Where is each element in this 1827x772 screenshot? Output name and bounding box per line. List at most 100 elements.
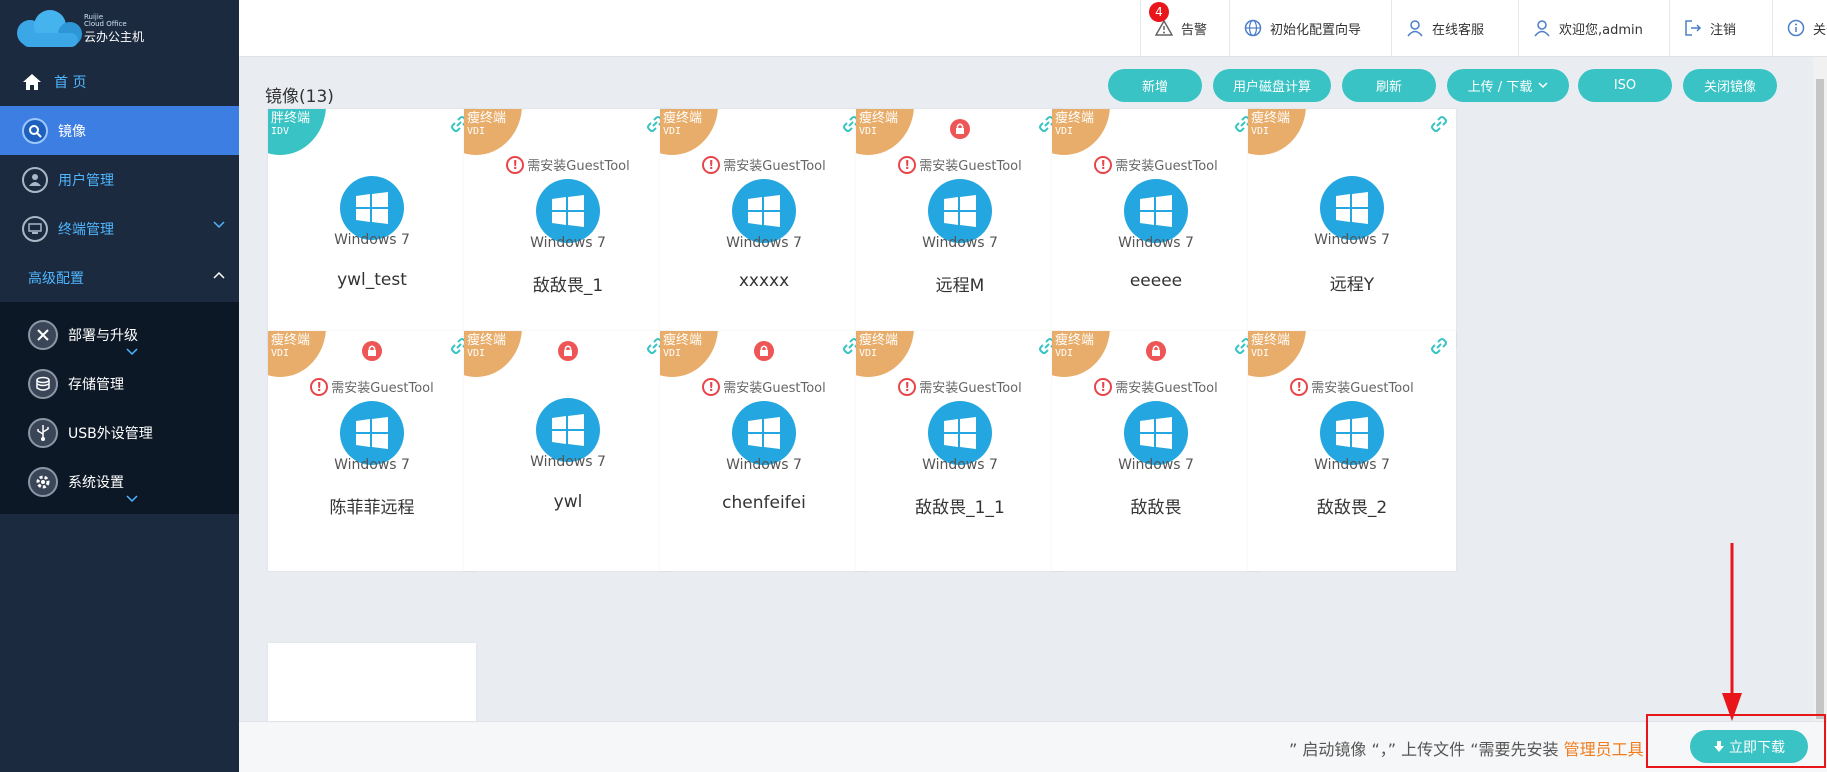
image-name: 敌敌畏_1 — [532, 276, 604, 296]
warning-icon: ! — [702, 377, 721, 396]
logout-button[interactable]: 注销 — [1669, 0, 1772, 56]
image-card[interactable]: 瘦终端 VDI! 需安装GuestTool Windows 7 chenfeifei — [660, 331, 868, 571]
terminal-type-label: 瘦终端 — [859, 111, 899, 126]
nav-home-label: 首 页 — [54, 74, 87, 91]
close-image-button[interactable]: 关闭镜像 — [1683, 69, 1777, 102]
terminal-type-label: 瘦终端 — [467, 111, 507, 126]
image-card[interactable]: 瘦终端 VDI Windows 7 远程Y — [1248, 109, 1456, 349]
warning-icon: ! — [1094, 155, 1113, 174]
guesttool-warning-text: 需安装GuestTool — [527, 159, 630, 174]
nav-advanced[interactable]: 高级配置 — [0, 253, 239, 302]
link-icon[interactable] — [1430, 337, 1448, 355]
about-button[interactable]: 关于 — [1772, 0, 1827, 56]
nav-users[interactable]: 用户管理 — [0, 155, 239, 204]
os-name: Windows 7 — [334, 457, 410, 473]
refresh-button[interactable]: 刷新 — [1342, 69, 1436, 102]
lock-icon — [950, 119, 970, 139]
welcome-label: 欢迎您,admin — [1559, 22, 1643, 38]
image-card[interactable]: 瘦终端 VDI! 需安装GuestTool Windows 7 敌敌畏_1 — [464, 109, 672, 349]
scrollbar[interactable] — [1813, 57, 1827, 721]
windows-icon — [536, 398, 600, 462]
info-icon — [1787, 19, 1805, 37]
image-name: ywl — [553, 492, 583, 512]
cloud-logo-icon — [17, 9, 82, 47]
image-card[interactable]: 瘦终端 VDI! 需安装GuestTool Windows 7 xxxxx — [660, 109, 868, 349]
nav-image[interactable]: 镜像 — [0, 106, 239, 155]
windows-icon — [928, 179, 992, 243]
terminal-type-label: 胖终端 — [271, 111, 311, 126]
nav-usb[interactable]: USB外设管理 — [0, 408, 239, 457]
upload-download-label: 上传 / 下载 — [1467, 80, 1533, 95]
guesttool-warning-text: 需安装GuestTool — [1115, 381, 1218, 396]
gear-icon — [28, 466, 58, 497]
chevron-down-icon — [126, 348, 138, 356]
terminal-type-label: 瘦终端 — [1055, 111, 1095, 126]
nav-system[interactable]: 系统设置 — [0, 457, 239, 506]
wizard-button[interactable]: 初始化配置向导 — [1229, 0, 1391, 56]
terminal-type-ribbon: 瘦终端 VDI — [660, 331, 718, 377]
terminal-type-label: 瘦终端 — [271, 333, 311, 348]
warning-icon — [1155, 20, 1173, 36]
service-label: 在线客服 — [1432, 22, 1485, 38]
globe-icon — [1244, 19, 1262, 37]
image-card[interactable]: 瘦终端 VDI! 需安装GuestTool Windows 7 陈菲菲远程 — [268, 331, 476, 571]
guesttool-warning: ! 需安装GuestTool — [464, 155, 672, 174]
image-card[interactable]: 瘦终端 VDI! 需安装GuestTool Windows 7 eeeee — [1052, 109, 1260, 349]
image-card[interactable]: 瘦终端 VDI! 需安装GuestTool Windows 7 敌敌畏_2 — [1248, 331, 1456, 571]
terminal-protocol-label: VDI — [1055, 126, 1074, 137]
image-card[interactable]: 瘦终端 VDI! 需安装GuestTool Windows 7 敌敌畏_1_1 — [856, 331, 1064, 571]
admin-tool-link[interactable]: 管理员工具 — [1564, 740, 1644, 759]
terminal-type-label: 瘦终端 — [663, 333, 703, 348]
guesttool-warning-text: 需安装GuestTool — [723, 159, 826, 174]
os-name: Windows 7 — [726, 235, 802, 251]
windows-icon — [1320, 401, 1384, 465]
guesttool-warning: ! 需安装GuestTool — [1052, 155, 1260, 174]
alert-label: 告警 — [1181, 22, 1208, 38]
terminal-protocol-label: VDI — [859, 126, 878, 137]
nav-deploy-label: 部署与升级 — [68, 327, 138, 344]
os-name: Windows 7 — [334, 232, 410, 248]
terminal-protocol-label: VDI — [859, 348, 878, 359]
image-card[interactable]: 瘦终端 VDI! 需安装GuestTool Windows 7 敌敌畏 — [1052, 331, 1260, 571]
terminal-protocol-label: VDI — [1055, 348, 1074, 359]
bottom-notice-bar: ” 启动镜像 “，” 上传文件 “需要先安装 管理员工具 立即下载 — [239, 721, 1827, 772]
terminal-type-ribbon: 瘦终端 VDI — [464, 109, 522, 155]
terminal-type-label: 瘦终端 — [1055, 333, 1095, 348]
tools-icon — [28, 319, 58, 350]
logo-text-cn: 云办公主机 — [84, 30, 145, 44]
image-card[interactable]: 瘦终端 VDI Windows 7 ywl — [464, 331, 672, 571]
alert-button[interactable]: 4 告警 — [1140, 0, 1229, 56]
nav-terminal-label: 终端管理 — [58, 221, 114, 238]
lock-icon — [1146, 341, 1166, 361]
nav-terminal[interactable]: 终端管理 — [0, 204, 239, 253]
lock-icon — [362, 341, 382, 361]
nav-deploy[interactable]: 部署与升级 — [0, 310, 239, 359]
database-icon — [28, 368, 58, 399]
user-icon — [22, 166, 48, 193]
disk-calc-button[interactable]: 用户磁盘计算 — [1213, 69, 1331, 102]
nav-home[interactable]: 首 页 — [0, 57, 239, 106]
guesttool-warning-text: 需安装GuestTool — [919, 381, 1022, 396]
scrollbar-thumb[interactable] — [1816, 79, 1824, 719]
sidebar: Ruijie Cloud Office 云办公主机 首 页 镜像 用户管理 终端… — [0, 0, 239, 772]
guesttool-warning-text: 需安装GuestTool — [1115, 159, 1218, 174]
bottom-notice-text: ” 启动镜像 “，” 上传文件 “需要先安装 — [1289, 740, 1559, 759]
os-name: Windows 7 — [922, 235, 998, 251]
warning-icon: ! — [506, 155, 525, 174]
nav-storage[interactable]: 存储管理 — [0, 359, 239, 408]
iso-button[interactable]: ISO — [1578, 69, 1672, 102]
upload-download-button[interactable]: 上传 / 下载 — [1447, 69, 1569, 102]
image-card[interactable]: 胖终端 IDV Windows 7 ywl_test — [268, 109, 476, 349]
service-button[interactable]: 在线客服 — [1391, 0, 1518, 56]
link-icon[interactable] — [1430, 115, 1448, 133]
wizard-label: 初始化配置向导 — [1270, 22, 1362, 38]
windows-icon — [732, 401, 796, 465]
guesttool-warning: ! 需安装GuestTool — [660, 377, 868, 396]
os-name: Windows 7 — [1314, 232, 1390, 248]
image-card[interactable]: 瘦终端 VDI! 需安装GuestTool Windows 7 远程M — [856, 109, 1064, 349]
nav-users-label: 用户管理 — [58, 172, 114, 189]
add-button[interactable]: 新增 — [1108, 69, 1202, 102]
guesttool-warning-text: 需安装GuestTool — [723, 381, 826, 396]
welcome-user[interactable]: 欢迎您,admin — [1518, 0, 1669, 56]
nav-advanced-label: 高级配置 — [28, 270, 84, 287]
